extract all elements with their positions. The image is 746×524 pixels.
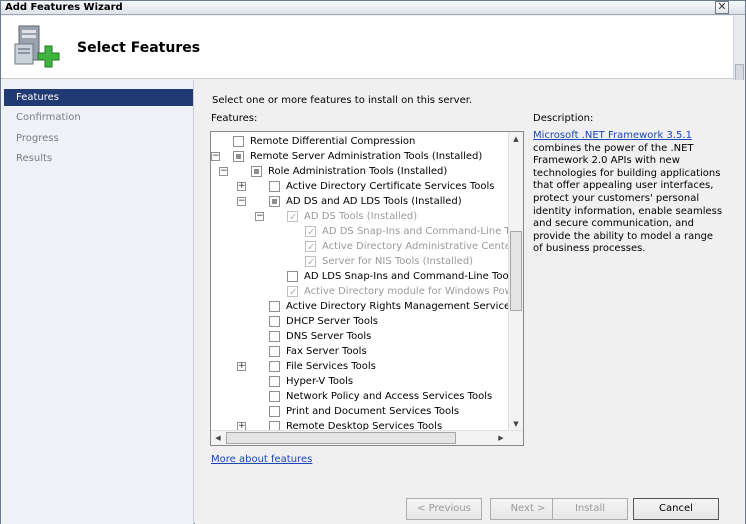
description-label: Description: [533, 113, 594, 124]
description-text: combines the power of the .NET Framework… [533, 142, 723, 255]
tree-item[interactable]: + Active Directory Certificate Services T… [211, 179, 508, 194]
feature-label: Server for NIS Tools (Installed) [322, 256, 474, 267]
feature-checkbox[interactable] [269, 346, 280, 357]
collapse-icon[interactable]: − [219, 167, 228, 176]
feature-label: AD DS and AD LDS Tools (Installed) [286, 196, 462, 207]
description-panel: Microsoft .NET Framework 3.5.1 combines … [533, 130, 723, 256]
features-tree-list: Remote Differential Compression − Remote S… [211, 132, 508, 431]
scroll-left-icon[interactable]: ◀ [213, 433, 223, 443]
features-label: Features: [211, 113, 258, 124]
collapse-icon[interactable]: − [255, 212, 264, 221]
nav-item-progress[interactable]: Progress [4, 130, 193, 147]
feature-checkbox[interactable] [269, 376, 280, 387]
nav-item-features[interactable]: Features [4, 89, 193, 106]
tree-item[interactable]: AD LDS Snap-Ins and Command-Line Tools [211, 269, 508, 284]
tree-item[interactable]: Hyper-V Tools [211, 374, 508, 389]
tree-item[interactable]: − AD DS Tools (Installed) [211, 209, 508, 225]
tree-item[interactable]: + File Services Tools [211, 359, 508, 374]
tree-vertical-scrollbar[interactable]: ▲ ▼ [508, 132, 523, 431]
feature-label: Fax Server Tools [286, 346, 367, 357]
feature-label: DHCP Server Tools [286, 316, 379, 327]
install-button[interactable]: Install [552, 498, 628, 520]
intro-text: Select one or more features to install o… [212, 95, 473, 106]
feature-checkbox[interactable] [251, 166, 262, 177]
feature-checkbox[interactable] [269, 316, 280, 327]
tree-item[interactable]: Remote Differential Compression [211, 134, 508, 149]
cancel-button[interactable]: Cancel [633, 498, 719, 520]
feature-label: AD LDS Snap-Ins and Command-Line Tools [304, 271, 508, 282]
tree-item[interactable]: Active Directory Administrative Center (… [211, 239, 508, 255]
feature-label: Active Directory Administrative Center (… [322, 241, 508, 252]
main-content: Select one or more features to install o… [195, 80, 745, 524]
feature-label: Hyper-V Tools [286, 376, 354, 387]
feature-checkbox[interactable] [233, 151, 244, 162]
feature-checkbox[interactable] [269, 361, 280, 372]
feature-checkbox[interactable] [269, 181, 280, 192]
tree-item[interactable]: − Role Administration Tools (Installed) [211, 164, 508, 179]
feature-label: AD DS Tools (Installed) [304, 211, 418, 222]
wizard-nav: Features Confirmation Progress Results [1, 80, 194, 524]
tree-item[interactable]: − AD DS and AD LDS Tools (Installed) [211, 194, 508, 209]
feature-label: Remote Differential Compression [250, 136, 416, 147]
tree-item[interactable]: Network Policy and Access Services Tools [211, 389, 508, 404]
tree-item[interactable]: DHCP Server Tools [211, 314, 508, 329]
feature-checkbox [305, 240, 316, 255]
feature-label: Print and Document Services Tools [286, 406, 460, 417]
feature-checkbox [287, 285, 298, 300]
nav-item-confirmation[interactable]: Confirmation [4, 109, 193, 126]
more-about-features-link[interactable]: More about features [211, 454, 312, 465]
tree-item[interactable]: Print and Document Services Tools [211, 404, 508, 419]
nav-item-results[interactable]: Results [4, 150, 193, 167]
tree-item[interactable]: DNS Server Tools [211, 329, 508, 344]
feature-label: Network Policy and Access Services Tools [286, 391, 493, 402]
collapse-icon[interactable]: − [211, 152, 220, 161]
scroll-thumb[interactable] [510, 231, 522, 311]
scroll-up-icon[interactable]: ▲ [511, 134, 521, 144]
tree-item[interactable]: − Remote Server Administration Tools (Ins… [211, 149, 508, 164]
description-link[interactable]: Microsoft .NET Framework 3.5.1 [533, 130, 692, 141]
feature-checkbox[interactable] [287, 271, 298, 282]
page-title: Select Features [77, 40, 201, 56]
feature-checkbox[interactable] [269, 301, 280, 312]
feature-checkbox[interactable] [233, 136, 244, 147]
scroll-right-icon[interactable]: ▶ [496, 433, 506, 443]
scroll-down-icon[interactable]: ▼ [511, 419, 521, 429]
feature-label: DNS Server Tools [286, 331, 372, 342]
tree-item[interactable]: Active Directory Rights Management Servi… [211, 299, 508, 314]
title-bar: Add Features Wizard ✕ [1, 1, 745, 15]
feature-checkbox[interactable] [269, 406, 280, 417]
features-tree[interactable]: Remote Differential Compression − Remote S… [210, 131, 524, 446]
expand-icon[interactable]: + [237, 182, 246, 191]
feature-checkbox [287, 210, 298, 225]
collapse-icon[interactable]: − [237, 197, 246, 206]
hscroll-thumb[interactable] [226, 432, 456, 444]
expand-icon[interactable]: + [237, 362, 246, 371]
feature-checkbox [305, 255, 316, 270]
tree-item[interactable]: Active Directory module for Windows Powe… [211, 284, 508, 300]
tree-item[interactable]: Fax Server Tools [211, 344, 508, 359]
previous-button[interactable]: < Previous [406, 498, 482, 520]
feature-label: File Services Tools [286, 361, 376, 372]
tree-item[interactable]: Server for NIS Tools (Installed) [211, 254, 508, 270]
feature-label: Role Administration Tools (Installed) [268, 166, 448, 177]
feature-checkbox[interactable] [269, 196, 280, 207]
close-button[interactable]: ✕ [715, 1, 729, 14]
feature-checkbox [305, 225, 316, 240]
tree-item[interactable]: AD DS Snap-Ins and Command-Line Tools [211, 224, 508, 240]
window-title: Add Features Wizard [5, 2, 123, 13]
add-features-wizard-window: Add Features Wizard ✕ Select Features Fe… [0, 0, 746, 524]
tree-horizontal-scrollbar[interactable]: ◀ ▶ [211, 430, 523, 445]
feature-checkbox[interactable] [269, 391, 280, 402]
wizard-header: Select Features [1, 16, 745, 79]
feature-label: AD DS Snap-Ins and Command-Line Tools [322, 226, 508, 237]
feature-label: Remote Server Administration Tools (Inst… [250, 151, 483, 162]
feature-checkbox[interactable] [269, 331, 280, 342]
feature-label: Active Directory Certificate Services To… [286, 181, 495, 192]
features-wizard-icon [14, 25, 60, 68]
feature-label: Active Directory module for Windows Powe… [304, 286, 508, 297]
feature-label: Active Directory Rights Management Servi… [286, 301, 508, 312]
